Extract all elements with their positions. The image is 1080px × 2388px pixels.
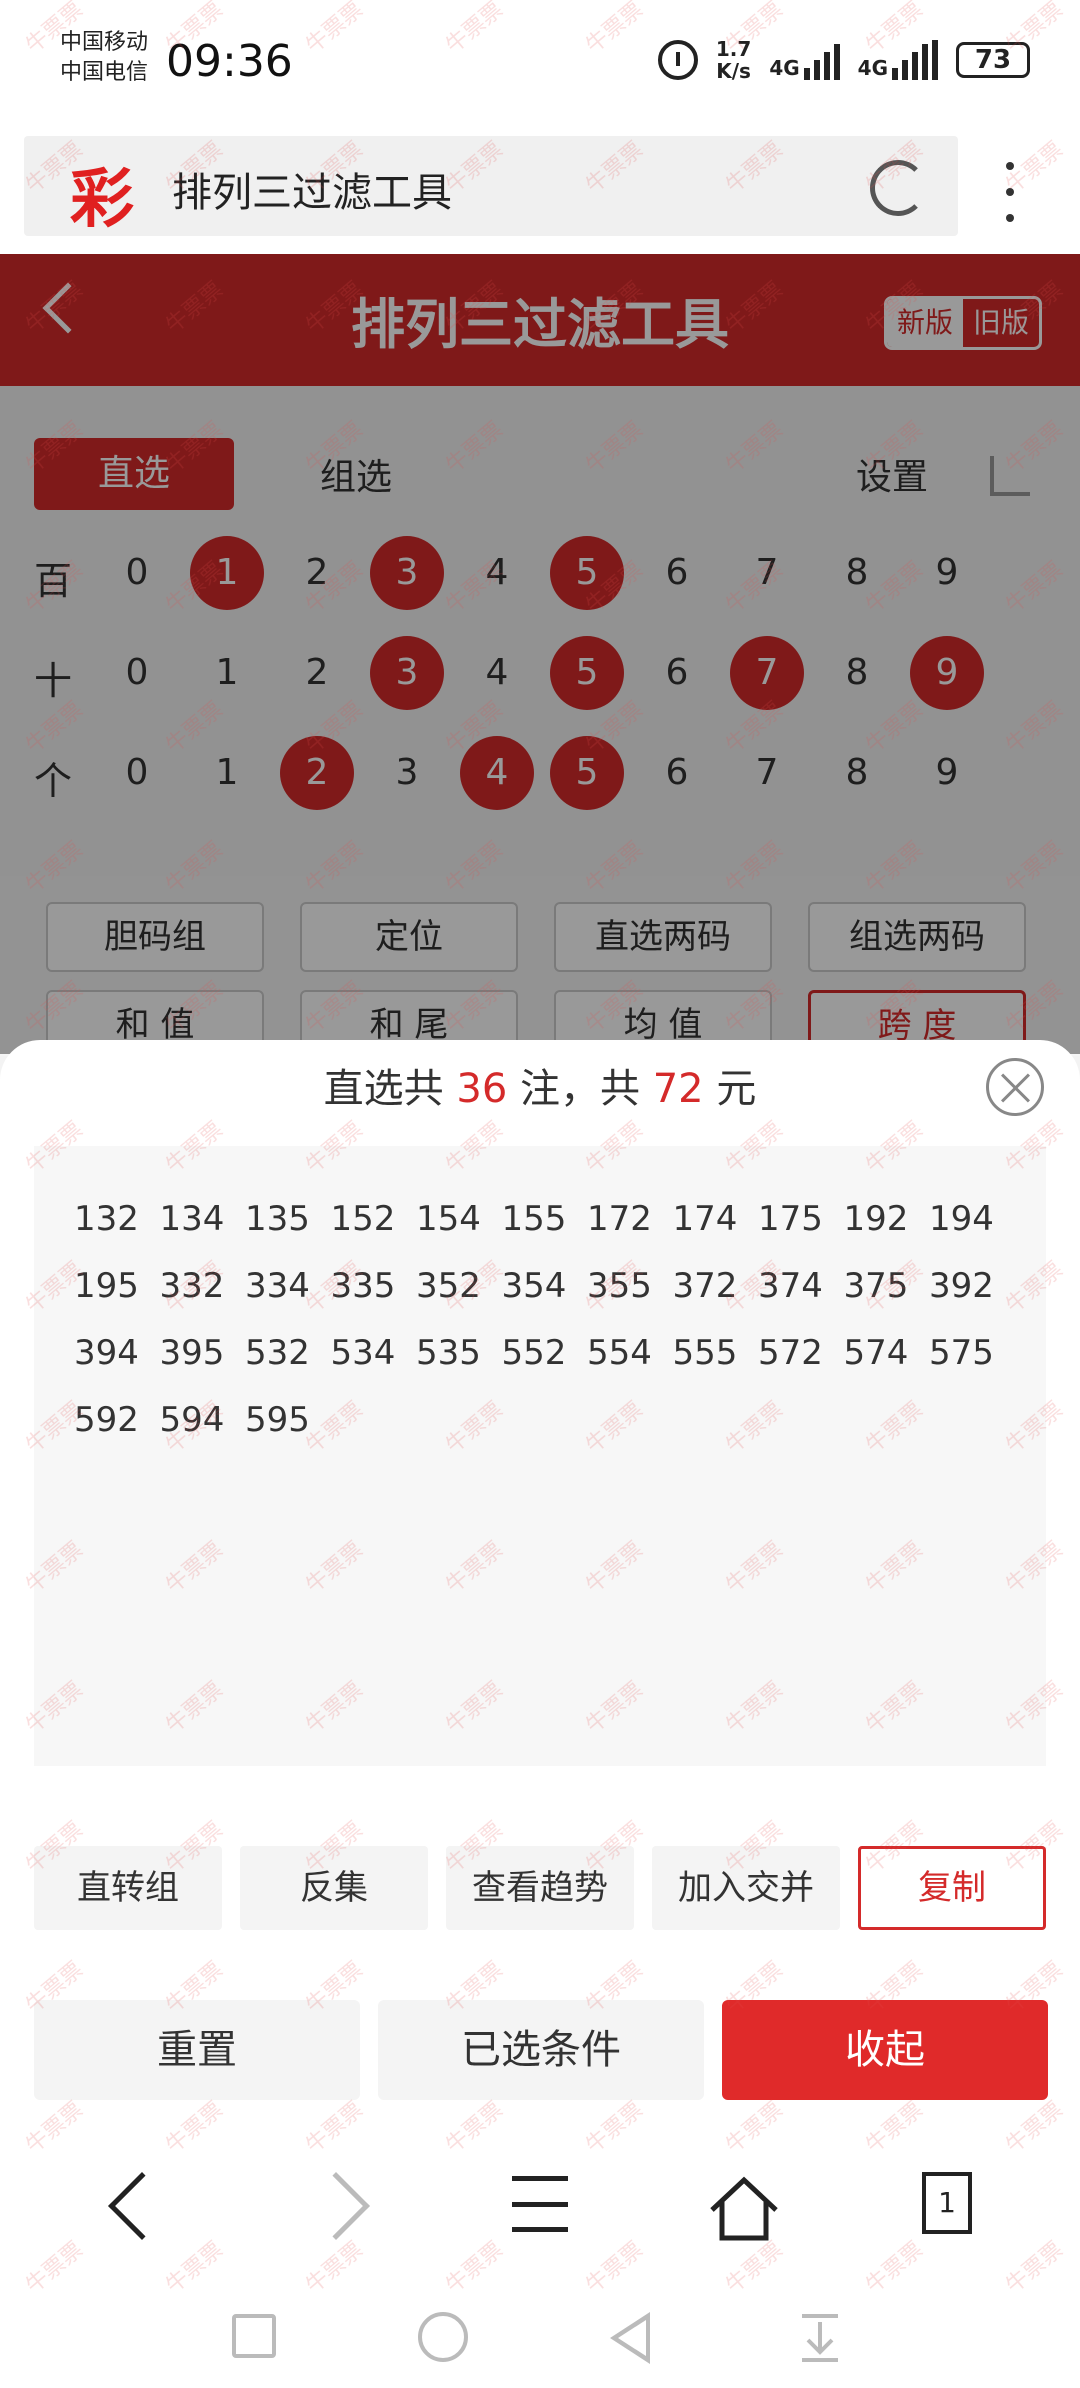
bet-count: 36 (456, 1066, 508, 1112)
result-number: 334 (245, 1266, 310, 1306)
speed-unit: K/s (716, 59, 751, 83)
result-number: 132 (74, 1199, 139, 1239)
system-nav (0, 2290, 1080, 2388)
result-number: 572 (758, 1333, 823, 1373)
result-number: 374 (758, 1266, 823, 1306)
result-number: 594 (159, 1400, 225, 1440)
collapse-button[interactable]: 收起 (722, 2000, 1048, 2100)
result-number: 152 (330, 1199, 396, 1239)
signal-2: 4G (858, 40, 938, 80)
result-number: 194 (929, 1199, 994, 1239)
result-number: 394 (74, 1333, 139, 1373)
result-number: 134 (159, 1199, 225, 1239)
home-circle-icon[interactable] (418, 2312, 468, 2362)
result-number: 372 (672, 1266, 738, 1306)
result-number: 555 (672, 1333, 738, 1373)
reload-icon[interactable] (870, 160, 926, 216)
notification-pull-icon[interactable] (800, 2312, 840, 2362)
trend-button[interactable]: 查看趋势 (446, 1846, 634, 1930)
overlay-scrim[interactable] (0, 254, 1080, 1054)
result-number: 154 (416, 1199, 481, 1239)
result-number: 592 (74, 1400, 139, 1440)
result-number: 552 (501, 1333, 567, 1373)
result-number: 554 (587, 1333, 652, 1373)
net-type-1: 4G (769, 56, 800, 80)
recents-icon[interactable] (232, 2314, 276, 2358)
speed-value: 1.7 (715, 37, 752, 61)
result-number: 195 (74, 1266, 139, 1306)
result-number: 352 (416, 1266, 481, 1306)
result-number: 375 (843, 1266, 909, 1306)
result-number: 175 (758, 1199, 823, 1239)
battery-icon: 73 (956, 42, 1030, 78)
reset-button[interactable]: 重置 (34, 2000, 360, 2100)
alarm-icon (657, 40, 698, 80)
result-number: 595 (245, 1400, 310, 1440)
summary-prefix: 直选共 (323, 1066, 444, 1112)
result-number: 192 (843, 1199, 909, 1239)
status-icons: 1.7 K/s 4G 4G 73 (657, 38, 1030, 82)
site-logo: 彩 (70, 162, 134, 237)
result-number: 392 (929, 1266, 994, 1306)
result-number: 155 (501, 1199, 567, 1239)
tabs-icon[interactable]: 1 (922, 2172, 972, 2234)
back-triangle-inner (618, 2320, 646, 2356)
close-icon[interactable] (986, 1058, 1044, 1116)
result-number: 534 (330, 1333, 396, 1373)
bet-amount: 72 (652, 1066, 704, 1112)
address-bar[interactable] (24, 136, 958, 236)
to-group-button[interactable]: 直转组 (34, 1846, 222, 1930)
conditions-button[interactable]: 已选条件 (378, 2000, 704, 2100)
network-speed: 1.7 K/s (716, 38, 751, 82)
clock: 09:36 (166, 36, 293, 87)
inverse-button[interactable]: 反集 (240, 1846, 428, 1930)
summary-suffix: 元 (716, 1066, 757, 1112)
result-number: 355 (587, 1266, 652, 1306)
net-type-2: 4G (857, 56, 888, 80)
result-number: 174 (672, 1199, 738, 1239)
result-number: 135 (245, 1199, 310, 1239)
result-number: 535 (416, 1333, 481, 1373)
result-list: 132 134 135 152 154 155 172 174 175 192 194 195 332 3… (34, 1146, 1046, 1766)
result-number: 574 (843, 1333, 909, 1373)
signal-icon (803, 40, 840, 80)
carrier-1: 中国移动 (60, 30, 149, 55)
result-number: 335 (330, 1266, 396, 1306)
result-number: 395 (159, 1333, 225, 1373)
result-number: 532 (245, 1333, 310, 1373)
intersect-button[interactable]: 加入交并 (652, 1846, 840, 1930)
result-numbers: 132 134 135 152 154 155 172 174 175 192 194 195 332 3… (74, 1186, 1034, 1454)
carrier-labels: 中国移动 中国电信 (60, 28, 148, 88)
copy-button[interactable]: 复制 (858, 1846, 1046, 1930)
menu-icon[interactable] (512, 2176, 568, 2232)
more-menu-icon[interactable] (1006, 162, 1016, 222)
result-number: 575 (929, 1333, 994, 1373)
result-number: 354 (501, 1266, 567, 1306)
home-icon[interactable] (708, 2176, 780, 2242)
result-number: 172 (587, 1199, 652, 1239)
address-bar-title[interactable]: 排列三过滤工具 (172, 160, 452, 218)
carrier-2: 中国电信 (60, 60, 149, 85)
summary-mid: 注，共 (520, 1066, 640, 1112)
result-number: 332 (159, 1266, 225, 1306)
result-summary: 直选共 36 注，共 72 元 (0, 1056, 1080, 1114)
signal-icon (892, 40, 938, 80)
signal-1: 4G (769, 40, 840, 80)
